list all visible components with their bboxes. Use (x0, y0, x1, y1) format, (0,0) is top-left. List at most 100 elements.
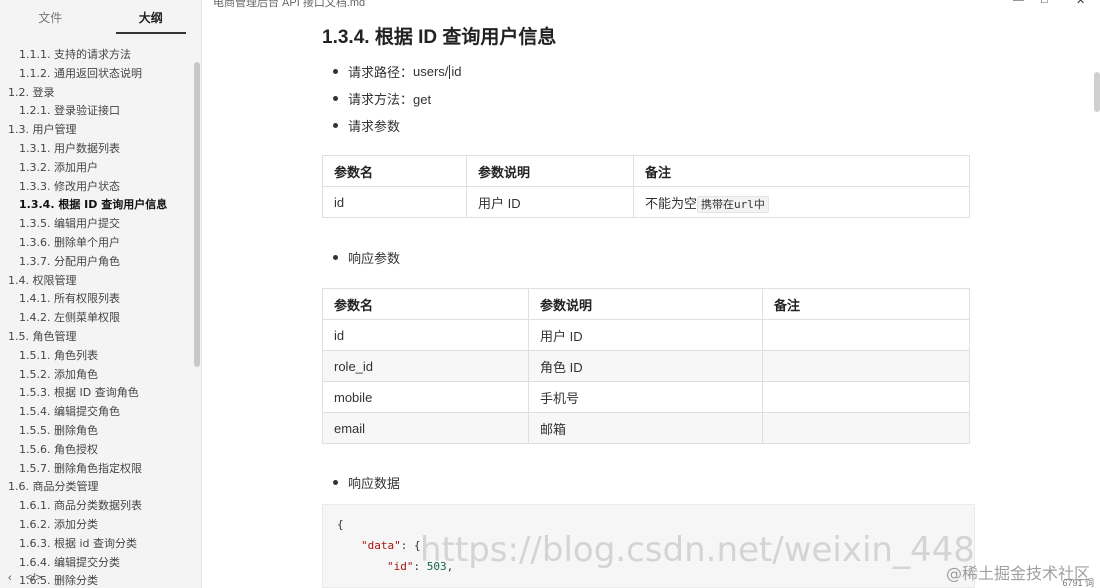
cell-param-note (762, 412, 970, 444)
cell-param-desc: 用户 ID (466, 186, 634, 218)
cell-param-note: 不能为空 携带在url中 (633, 186, 970, 218)
column-header: 备注 (762, 288, 970, 320)
cell-param-name: mobile (322, 381, 529, 413)
code-icon[interactable]: </> (26, 572, 42, 584)
cell-param-note (762, 350, 970, 382)
table-row: id 用户 ID (322, 319, 970, 351)
outline-item[interactable]: 1.5.2. 添加角色 (0, 366, 191, 385)
outline-item[interactable]: 1.4.1. 所有权限列表 (0, 290, 191, 309)
column-header: 参数说明 (466, 155, 634, 187)
outline-item[interactable]: 1.3.7. 分配用户角色 (0, 253, 191, 272)
outline-item[interactable]: 1.3. 用户管理 (0, 121, 191, 140)
section-heading: 1.3.4. 根据 ID 查询用户信息 (322, 27, 557, 48)
tab-files-label: 文件 (38, 11, 63, 25)
outline-item[interactable]: 1.6.2. 添加分类 (0, 516, 191, 535)
cell-param-name: role_id (322, 350, 529, 382)
column-header: 参数说明 (528, 288, 763, 320)
outline-item[interactable]: 1.3.3. 修改用户状态 (0, 178, 191, 197)
editor-scrollbar[interactable] (1094, 72, 1100, 112)
outline-item[interactable]: 1.2.1. 登录验证接口 (0, 102, 191, 121)
outline-item[interactable]: 1.6.1. 商品分类数据列表 (0, 497, 191, 516)
response-params-table: 参数名 参数说明 备注 id 用户 ID role_id 角色 ID mobil… (322, 288, 970, 444)
cell-param-desc: 手机号 (528, 381, 763, 413)
outline-item[interactable]: 1.5. 角色管理 (0, 328, 191, 347)
code-line: "id": 503, (337, 556, 960, 577)
request-method: 请求方法：get (348, 92, 432, 107)
code-token: : (413, 560, 427, 573)
code-line: "data": { (337, 535, 960, 556)
cell-param-name: email (322, 412, 529, 444)
code-token: "data" (361, 539, 401, 552)
code-line: { (337, 514, 960, 535)
outline-item[interactable]: 1.4. 权限管理 (0, 272, 191, 291)
code-token: 503 (426, 560, 447, 573)
outline-item[interactable]: 1.3.6. 删除单个用户 (0, 234, 191, 253)
table-row: role_id 角色 ID (322, 350, 970, 382)
text-cursor (449, 64, 451, 79)
cell-param-desc: 邮箱 (528, 412, 763, 444)
outline-item[interactable]: 1.5.3. 根据 ID 查询角色 (0, 384, 191, 403)
code-token: : { (400, 539, 421, 552)
outline-item[interactable]: 1.6. 商品分类管理 (0, 478, 191, 497)
note-text: 不能为空 (645, 195, 698, 211)
tab-outline[interactable]: 大纲 (101, 0, 202, 34)
column-header: 参数名 (322, 288, 529, 320)
code-token: "id" (387, 560, 414, 573)
active-tab-indicator (115, 32, 186, 34)
bullet-dot (333, 123, 338, 128)
outline-item[interactable]: 1.5.1. 角色列表 (0, 347, 191, 366)
bullet-response-data: 响应数据 (333, 473, 400, 492)
code-token: , (446, 560, 454, 573)
cell-param-name: id (322, 319, 529, 351)
sidebar-tabs: 文件 大纲 (0, 0, 201, 36)
bullet-request-method: 请求方法：get (333, 89, 431, 108)
document-editor[interactable]: 1.3.4. 根据 ID 查询用户信息 请求路径： users/id 请求方法：… (203, 0, 1100, 588)
response-data-label: 响应数据 (348, 476, 401, 491)
table-row: mobile 手机号 (322, 381, 970, 413)
outline-item[interactable]: 1.4.2. 左侧菜单权限 (0, 309, 191, 328)
outline-sidebar: 文件 大纲 1.1.1. 支持的请求方法 1.1.2. 通用返回状态说明 1.2. … (0, 0, 202, 588)
outline-item[interactable]: 1.3.1. 用户数据列表 (0, 140, 191, 159)
outline-item[interactable]: 1.3.4. 根据 ID 查询用户信息 (0, 196, 191, 215)
cell-param-note (762, 381, 970, 413)
outline-item[interactable]: 1.5.5. 删除角色 (0, 422, 191, 441)
response-params-label: 响应参数 (348, 251, 401, 266)
outline-item[interactable]: 1.5.7. 删除角色指定权限 (0, 460, 191, 479)
request-params-label: 请求参数 (348, 119, 401, 134)
chevron-left-icon[interactable]: ‹ (8, 572, 12, 584)
cell-param-note (762, 319, 970, 351)
cell-param-desc: 用户 ID (528, 319, 763, 351)
tab-files[interactable]: 文件 (0, 0, 101, 33)
column-header: 参数名 (322, 155, 467, 187)
tab-outline-label: 大纲 (138, 11, 163, 25)
bullet-request-params: 请求参数 (333, 116, 400, 135)
table-row: email 邮箱 (322, 412, 970, 444)
outline-item[interactable]: 1.1.1. 支持的请求方法 (0, 46, 191, 65)
outline-item[interactable]: 1.6.3. 根据 id 查询分类 (0, 535, 191, 554)
bullet-dot (333, 255, 338, 260)
table-row: id 用户 ID 不能为空 携带在url中 (322, 186, 970, 218)
code-block[interactable]: { "data": { "id": 503, (322, 504, 975, 588)
outline-item[interactable]: 1.2. 登录 (0, 84, 191, 103)
table-header-row: 参数名 参数说明 备注 (322, 288, 970, 320)
outline-item[interactable]: 1.3.5. 编辑用户提交 (0, 215, 191, 234)
outline-list: 1.1.1. 支持的请求方法 1.1.2. 通用返回状态说明 1.2. 登录 1.2.… (0, 46, 191, 588)
sidebar-footer: ‹ </> (0, 568, 201, 588)
outline-item[interactable]: 1.5.6. 角色授权 (0, 441, 191, 460)
bullet-dot (333, 96, 338, 101)
outline-item[interactable]: 1.3.2. 添加用户 (0, 159, 191, 178)
request-params-table: 参数名 参数说明 备注 id 用户 ID 不能为空 携带在url中 (322, 155, 970, 218)
request-path-value-a: users/ (413, 64, 449, 79)
bullet-dot (333, 69, 338, 74)
inline-code: 携带在url中 (697, 195, 769, 213)
bullet-request-path: 请求路径： users/id (333, 62, 462, 81)
request-path-value-b: id (451, 64, 462, 79)
outline-item[interactable]: 1.1.2. 通用返回状态说明 (0, 65, 191, 84)
word-count: 6791 词 (1062, 578, 1094, 588)
outline-item[interactable]: 1.5.4. 编辑提交角色 (0, 403, 191, 422)
bullet-response-params: 响应参数 (333, 248, 400, 267)
request-path-label: 请求路径： (348, 65, 414, 80)
code-token: { (337, 518, 344, 531)
sidebar-scrollbar[interactable] (194, 62, 200, 367)
cell-param-desc: 角色 ID (528, 350, 763, 382)
